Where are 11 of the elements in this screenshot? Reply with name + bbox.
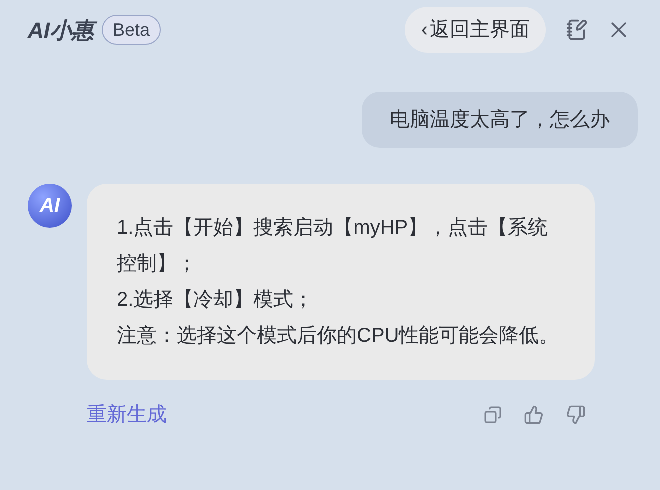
assistant-avatar: AI	[28, 184, 72, 228]
answer-paragraph: 2.选择【冷却】模式；	[117, 288, 315, 313]
thumbs-up-icon[interactable]	[524, 405, 544, 425]
answer-paragraph: 注意：选择这个模式后你的CPU性能可能会降低。	[117, 324, 560, 349]
user-message: 电脑温度太高了，怎么办	[362, 92, 638, 148]
back-button[interactable]: ‹返回主界面	[405, 7, 546, 53]
answer-paragraph: 1.点击【开始】搜索启动【myHP】，点击【系统控制】；	[117, 216, 550, 277]
thumbs-down-icon[interactable]	[566, 405, 586, 425]
copy-icon[interactable]	[484, 406, 502, 424]
notes-icon[interactable]	[566, 19, 588, 41]
beta-badge: Beta	[102, 15, 162, 45]
